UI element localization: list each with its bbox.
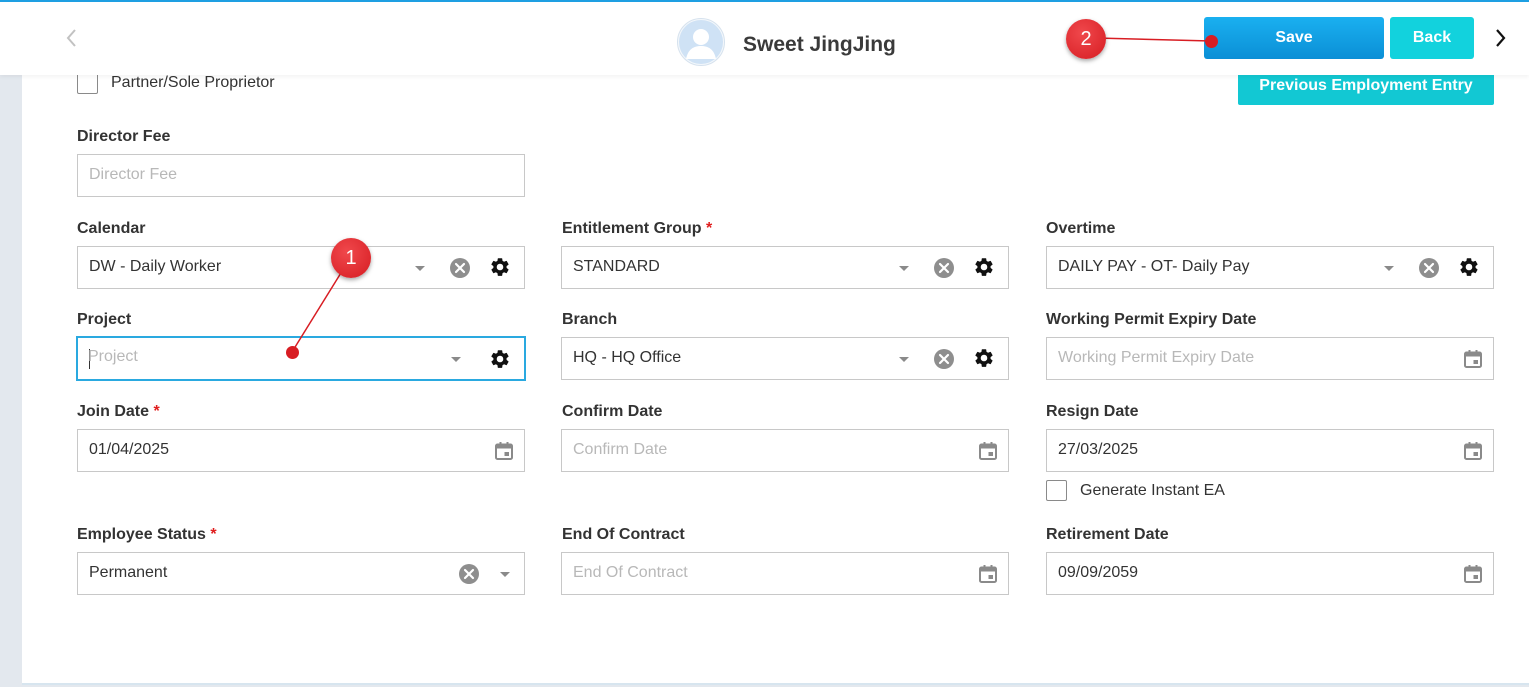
annotation-1-dot [286, 346, 299, 359]
annotation-2-dot [1205, 35, 1218, 48]
annotation-lines [291, 37, 1212, 353]
annotation-1-badge: 1 [331, 238, 371, 278]
annotation-2-line [1095, 37, 1212, 42]
annotation-2-badge: 2 [1066, 19, 1106, 59]
annotation-1-line [291, 267, 345, 353]
